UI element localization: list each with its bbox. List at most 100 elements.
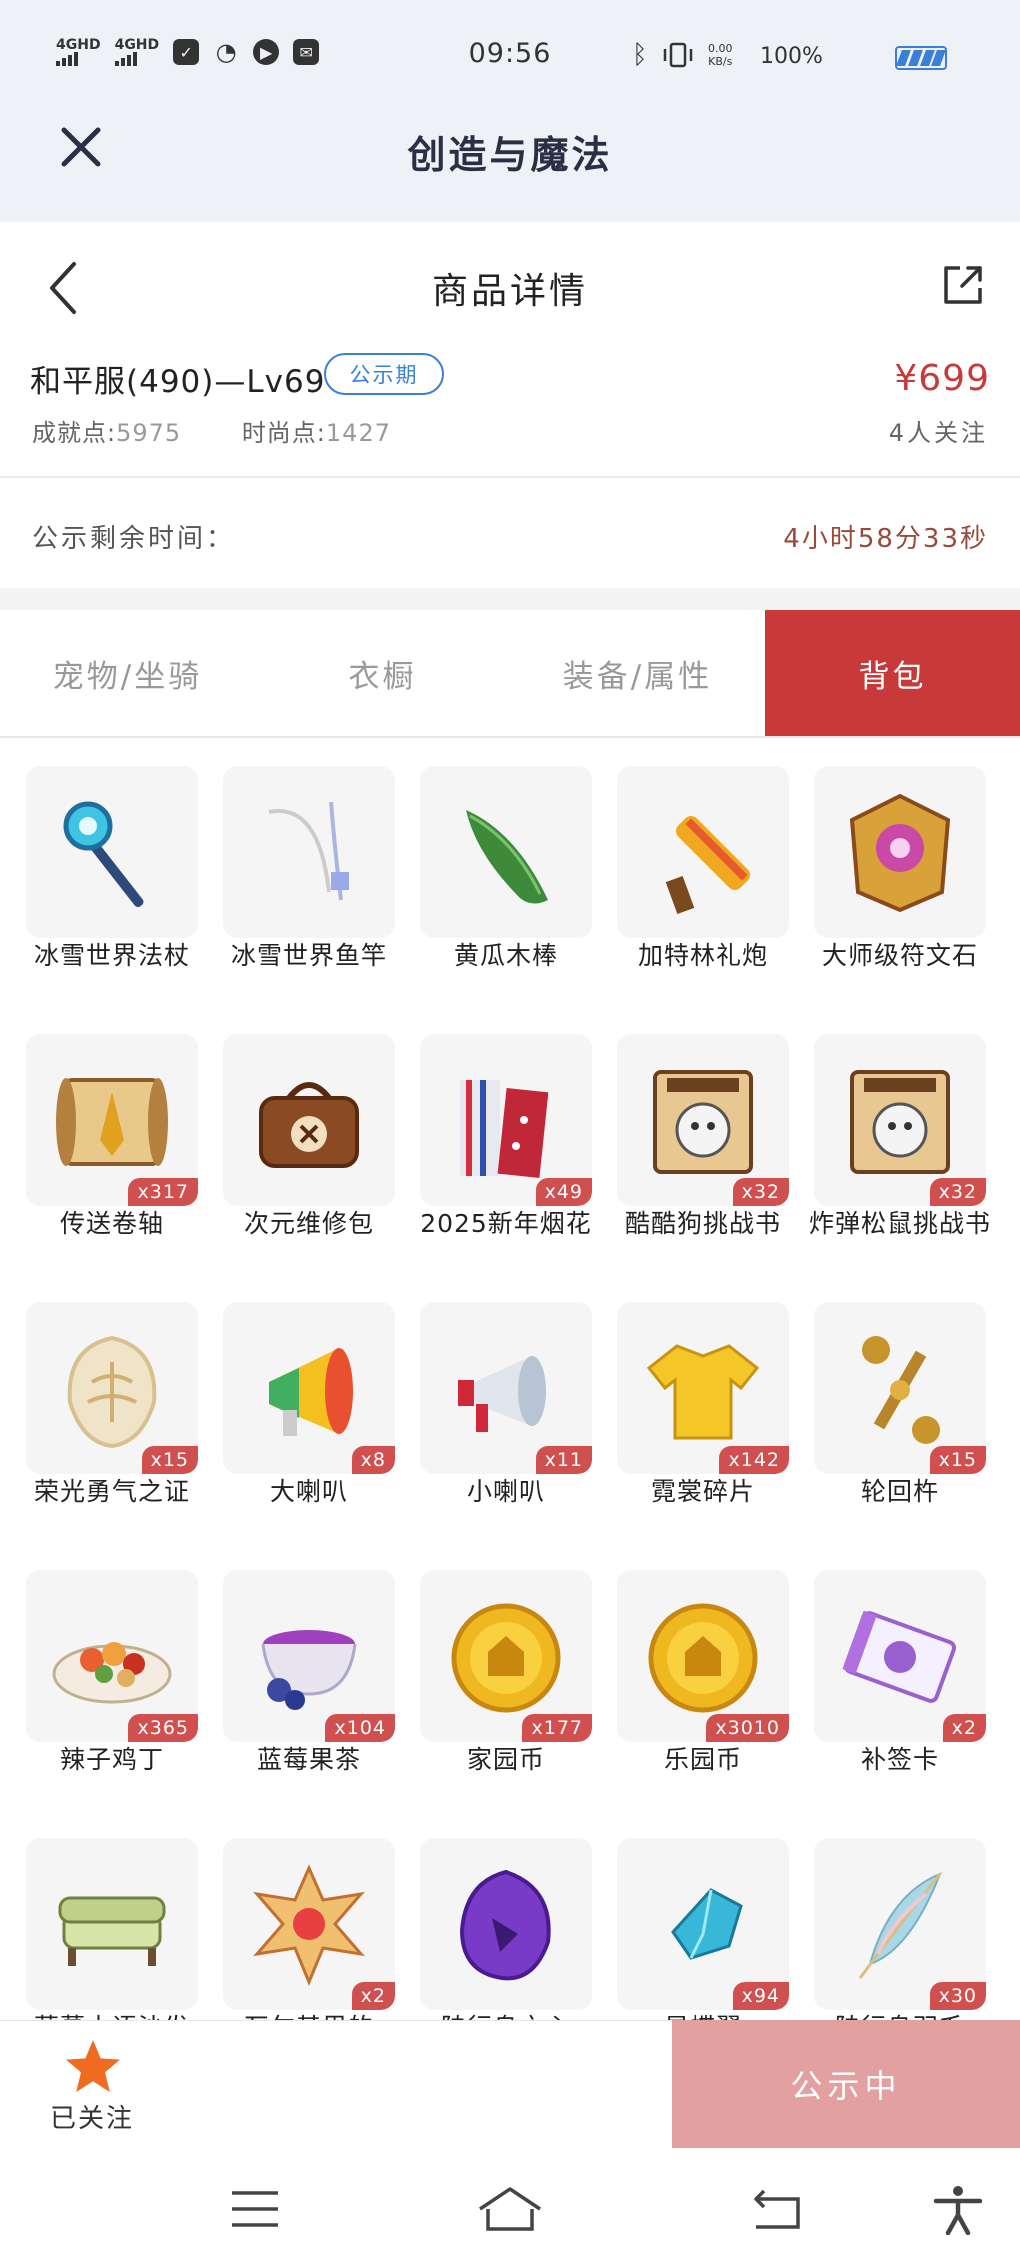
repair-bag-icon — [223, 1034, 395, 1206]
grid-item[interactable]: x104 蓝莓果茶 — [223, 1570, 395, 1820]
wanted-poster-icon: x32 — [617, 1034, 789, 1206]
tab-equipment[interactable]: 装备/属性 — [510, 610, 765, 736]
back-nav-icon[interactable] — [750, 2185, 806, 2235]
star-icon[interactable] — [62, 2036, 124, 2098]
grid-item[interactable]: 藤蔓木语沙发 — [26, 1838, 198, 2020]
grid-item[interactable]: x32 酷酷狗挑战书 — [617, 1034, 789, 1284]
follow-button-label[interactable]: 已关注 — [50, 2098, 134, 2135]
item-quantity-badge: x11 — [535, 1446, 592, 1474]
item-quantity-badge: x2 — [351, 1982, 395, 2010]
item-quantity-badge: x49 — [535, 1178, 592, 1206]
item-name: 2025新年烟花 — [420, 1209, 592, 1238]
item-name: 小喇叭 — [466, 1477, 545, 1506]
grid-item[interactable]: 冰雪世界法杖 — [26, 766, 198, 1016]
coin-icon: x3010 — [617, 1570, 789, 1742]
achievement-points: 成就点:5975 — [32, 419, 182, 447]
vibrate-icon — [660, 42, 696, 68]
battery-percent: 100% — [760, 44, 823, 69]
staff-icon — [26, 766, 198, 938]
item-grid: 冰雪世界法杖 冰雪世界鱼竿 黄瓜木棒 加特林礼炮 大师级符文石 x317 传送卷轴 次元维修包… — [26, 766, 1000, 2020]
grid-item[interactable]: x15 轮回杵 — [814, 1302, 986, 1552]
scroll-icon: x317 — [26, 1034, 198, 1206]
product-price: ¥699 — [894, 358, 990, 399]
remaining-time-label: 公示剩余时间： — [32, 524, 236, 554]
net-speed: 0.00 KB/s — [708, 42, 733, 68]
megaphone-icon: x8 — [223, 1302, 395, 1474]
grid-item[interactable]: x32 炸弹松鼠挑战书 — [809, 1034, 990, 1284]
fishing-rod-icon — [223, 766, 395, 938]
item-name: 辣子鸡丁 — [59, 1745, 164, 1774]
item-quantity-badge: x3010 — [706, 1714, 789, 1742]
status-time: 09:56 — [468, 38, 552, 69]
share-icon[interactable] — [940, 262, 986, 308]
tab-pets-mounts[interactable]: 宠物/坐骑 — [0, 610, 255, 736]
grid-item[interactable]: 陆行鸟之心 — [420, 1838, 592, 2020]
item-quantity-badge: x94 — [732, 1982, 789, 2010]
product-stats: 成就点:5975 时尚点:1427 — [32, 413, 443, 448]
menu-icon[interactable] — [228, 2185, 284, 2235]
grid-item[interactable]: x365 辣子鸡丁 — [26, 1570, 198, 1820]
grid-item[interactable]: x11 小喇叭 — [420, 1302, 592, 1552]
grid-item[interactable]: x2 补签卡 — [814, 1570, 986, 1820]
divider — [0, 476, 1020, 478]
publish-status-button[interactable]: 公示中 — [672, 2020, 1020, 2148]
item-name: 黄瓜木棒 — [453, 941, 558, 970]
product-name: 和平服(490)—Lv69 — [30, 364, 326, 400]
sofa-icon — [26, 1838, 198, 2010]
item-name: 星蝶翼 — [609, 2012, 797, 2020]
item-name: 陆行鸟之心 — [412, 2012, 600, 2020]
item-name: 荣光勇气之证 — [33, 1477, 190, 1506]
coin-icon: x177 — [420, 1570, 592, 1742]
grid-item[interactable]: x317 传送卷轴 — [26, 1034, 198, 1284]
item-quantity-badge: x104 — [325, 1714, 395, 1742]
battery-icon — [895, 46, 947, 70]
grid-item[interactable]: x8 大喇叭 — [223, 1302, 395, 1552]
home-icon[interactable] — [476, 2185, 544, 2235]
grid-item[interactable]: x15 荣光勇气之证 — [26, 1302, 198, 1552]
accessibility-icon[interactable] — [930, 2185, 986, 2236]
item-name: 补签卡 — [860, 1745, 939, 1774]
grid-item[interactable]: x49 2025新年烟花 — [420, 1034, 592, 1284]
card-icon: x2 — [814, 1570, 986, 1742]
grid-item[interactable]: 大师级符文石 — [814, 766, 986, 1016]
grid-item[interactable]: x94星蝶翼 — [617, 1838, 789, 2020]
cannon-icon — [617, 766, 789, 938]
crystal-icon: x94 — [617, 1838, 789, 2010]
grid-item[interactable]: x2瓦尔基里的 — [223, 1838, 395, 2020]
firework-icon: x49 — [420, 1034, 592, 1206]
shirt-icon: x142 — [617, 1302, 789, 1474]
tab-wardrobe[interactable]: 衣橱 — [255, 610, 510, 736]
grid-item[interactable]: 加特林礼炮 — [617, 766, 789, 1016]
item-name: 酷酷狗挑战书 — [624, 1209, 781, 1238]
item-name: 次元维修包 — [243, 1209, 374, 1238]
grid-item[interactable]: x177 家园币 — [420, 1570, 592, 1820]
follower-count: 4人关注 — [888, 419, 988, 447]
fashion-points: 时尚点:1427 — [241, 419, 391, 447]
bluetooth-icon: ᛒ — [632, 40, 648, 70]
grid-item[interactable]: 次元维修包 — [223, 1034, 395, 1284]
item-name: 大喇叭 — [269, 1477, 348, 1506]
rune-stone-icon — [814, 766, 986, 938]
item-quantity-badge: x177 — [522, 1714, 592, 1742]
item-quantity-badge: x142 — [719, 1446, 789, 1474]
item-name: 乐园币 — [663, 1745, 742, 1774]
item-name: 瓦尔基里的 — [215, 2012, 403, 2020]
item-name: 藤蔓木语沙发 — [26, 2012, 206, 2020]
grid-item[interactable]: 黄瓜木棒 — [420, 766, 592, 1016]
item-name: 加特林礼炮 — [637, 941, 768, 970]
grid-item[interactable]: x30陆行鸟羽毛 — [814, 1838, 986, 2020]
pestle-icon: x15 — [814, 1302, 986, 1474]
item-name: 冰雪世界鱼竿 — [230, 941, 387, 970]
item-name: 家园币 — [466, 1745, 545, 1774]
item-quantity-badge: x32 — [929, 1178, 986, 1206]
grid-item[interactable]: x3010 乐园币 — [617, 1570, 789, 1820]
item-quantity-badge: x8 — [351, 1446, 395, 1474]
category-tabs: 宠物/坐骑 衣橱 装备/属性 背包 — [0, 610, 1020, 738]
grid-item[interactable]: x142 霓裳碎片 — [617, 1302, 789, 1552]
item-quantity-badge: x2 — [942, 1714, 986, 1742]
item-quantity-badge: x30 — [929, 1982, 986, 2010]
tab-backpack[interactable]: 背包 — [765, 610, 1020, 736]
grid-item[interactable]: 冰雪世界鱼竿 — [223, 766, 395, 1016]
cucumber-icon — [420, 766, 592, 938]
status-badge: 公示期 — [324, 353, 444, 395]
